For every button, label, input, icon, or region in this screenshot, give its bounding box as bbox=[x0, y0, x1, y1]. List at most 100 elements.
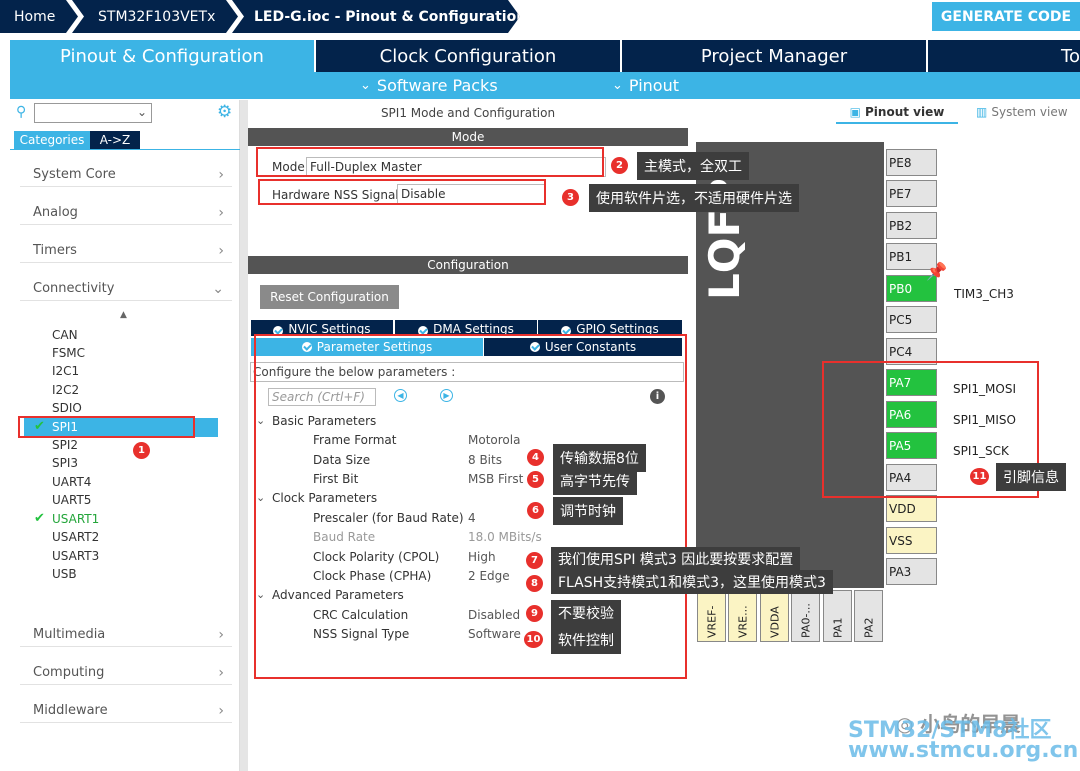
chevron-down-icon: ⌄ bbox=[136, 105, 147, 119]
breadcrumb-home[interactable]: Home bbox=[0, 0, 78, 33]
list-item-i2c2[interactable]: I2C2 bbox=[52, 383, 79, 399]
pin-vdd[interactable]: VDD bbox=[886, 495, 937, 522]
chevron-right-icon: › bbox=[218, 166, 224, 183]
chevron-right-icon: › bbox=[218, 626, 224, 643]
generate-code-button[interactable]: GENERATE CODE bbox=[932, 2, 1080, 31]
breadcrumb-device[interactable]: STM32F103VETx bbox=[72, 0, 238, 33]
list-item-sdio[interactable]: SDIO bbox=[52, 401, 82, 417]
list-item-can[interactable]: CAN bbox=[52, 328, 78, 344]
annotation-tip-2: 主模式，全双工 bbox=[637, 152, 749, 180]
tab-tools[interactable]: To bbox=[928, 40, 1080, 72]
pinout-view-tab[interactable]: ▣ Pinout view bbox=[836, 105, 958, 124]
annotation-badge-11: 11 bbox=[970, 468, 989, 485]
category-computing[interactable]: Computing › bbox=[20, 661, 232, 685]
tab-categories[interactable]: Categories bbox=[14, 131, 90, 149]
pin-pa0[interactable]: PA0-... bbox=[791, 590, 820, 642]
main-tab-bar: Pinout & Configuration Clock Configurati… bbox=[10, 40, 1080, 72]
chip-icon: ▣ bbox=[849, 105, 862, 119]
list-item-spi2[interactable]: SPI2 bbox=[52, 438, 78, 454]
chevron-down-icon: ⌄ bbox=[612, 78, 623, 93]
pin-bottom-label: VRE... bbox=[736, 605, 749, 638]
annotation-tip-7: 我们使用SPI 模式3 因此要按要求配置 bbox=[551, 547, 801, 571]
list-item-usart2[interactable]: USART2 bbox=[52, 530, 99, 546]
search-combo[interactable]: ⌄ bbox=[34, 103, 152, 123]
pinout-menu-label: Pinout bbox=[628, 76, 679, 95]
highlight-nss bbox=[258, 179, 546, 205]
list-item-spi3[interactable]: SPI3 bbox=[52, 456, 78, 472]
annotation-badge-1: 1 bbox=[133, 442, 150, 459]
pinout-menu[interactable]: ⌄ Pinout bbox=[612, 72, 679, 99]
configuration-header: Configuration bbox=[248, 256, 688, 274]
chevron-right-icon: › bbox=[218, 664, 224, 681]
annotation-tip-9: 不要校验 bbox=[551, 600, 621, 626]
category-timers[interactable]: Timers › bbox=[20, 239, 232, 263]
pin-pa3[interactable]: PA3 bbox=[886, 558, 937, 585]
list-item-i2c1[interactable]: I2C1 bbox=[52, 364, 79, 380]
list-item-usart1[interactable]: USART1 bbox=[52, 512, 99, 528]
highlight-spi1 bbox=[18, 416, 195, 438]
list-item-uart4[interactable]: UART4 bbox=[52, 475, 91, 491]
reset-configuration-button[interactable]: Reset Configuration bbox=[260, 285, 399, 309]
chevron-down-icon: ⌄ bbox=[360, 78, 371, 93]
gear-icon[interactable]: ⚙ bbox=[217, 102, 232, 122]
category-connectivity[interactable]: Connectivity ⌄ bbox=[20, 277, 232, 301]
annotation-badge-3: 3 bbox=[562, 189, 579, 206]
pin-pa1[interactable]: PA1 bbox=[823, 590, 852, 642]
list-item-fsmc[interactable]: FSMC bbox=[52, 346, 85, 362]
pin-pa2[interactable]: PA2 bbox=[854, 590, 883, 642]
list-item-usart3[interactable]: USART3 bbox=[52, 549, 99, 565]
annotation-badge-8: 8 bbox=[526, 575, 543, 592]
software-packs-menu[interactable]: ⌄ Software Packs bbox=[360, 72, 498, 99]
category-label: Timers bbox=[33, 243, 77, 258]
pin-vref-plus[interactable]: VRE... bbox=[728, 590, 757, 642]
annotation-tip-6: 调节时钟 bbox=[553, 497, 623, 525]
pin-bottom-label: VDDA bbox=[768, 606, 781, 638]
annotation-tip-11: 引脚信息 bbox=[996, 463, 1066, 491]
list-item-uart5[interactable]: UART5 bbox=[52, 493, 91, 509]
category-system-core[interactable]: System Core › bbox=[20, 163, 232, 187]
category-multimedia[interactable]: Multimedia › bbox=[20, 623, 232, 647]
pin-pc5[interactable]: PC5 bbox=[886, 306, 937, 333]
list-item-usb[interactable]: USB bbox=[52, 567, 77, 583]
pin-pushpin-icon: 📌 bbox=[926, 262, 948, 282]
pin-bottom-label: PA0-... bbox=[799, 603, 812, 638]
breadcrumb-file-label: LED-G.ioc - Pinout & Configuration bbox=[254, 8, 527, 25]
sort-icon[interactable]: ▲ bbox=[120, 310, 127, 320]
pin-label-pb0: TIM3_CH3 bbox=[954, 287, 1014, 301]
sub-tab-bar: ⌄ Software Packs ⌄ Pinout bbox=[10, 72, 1080, 99]
list-icon: ▥ bbox=[976, 105, 988, 119]
panel-title: SPI1 Mode and Configuration bbox=[380, 106, 556, 120]
highlight-mode bbox=[256, 147, 604, 177]
pin-vss[interactable]: VSS bbox=[886, 527, 937, 554]
pin-pe7[interactable]: PE7 bbox=[886, 180, 937, 207]
tab-clock-configuration[interactable]: Clock Configuration bbox=[316, 40, 622, 72]
pin-vdda[interactable]: VDDA bbox=[760, 590, 789, 642]
pin-pb2[interactable]: PB2 bbox=[886, 212, 937, 239]
software-packs-label: Software Packs bbox=[376, 76, 498, 95]
breadcrumb-device-label: STM32F103VETx bbox=[98, 8, 216, 25]
category-label: System Core bbox=[33, 167, 116, 182]
pin-bottom-label: PA2 bbox=[862, 617, 875, 638]
annotation-badge-7: 7 bbox=[526, 552, 543, 569]
chevron-right-icon: › bbox=[218, 702, 224, 719]
category-analog[interactable]: Analog › bbox=[20, 201, 232, 225]
breadcrumb-file[interactable]: LED-G.ioc - Pinout & Configuration bbox=[232, 0, 520, 33]
annotation-tip-3: 使用软件片选，不适用硬件片选 bbox=[589, 184, 799, 212]
system-view-tab[interactable]: ▥ System view bbox=[976, 105, 1068, 119]
tab-project-manager[interactable]: Project Manager bbox=[622, 40, 928, 72]
annotation-tip-5: 高字节先传 bbox=[553, 467, 637, 495]
tab-pinout-configuration[interactable]: Pinout & Configuration bbox=[10, 40, 316, 72]
pin-vref-minus[interactable]: VREF- bbox=[697, 590, 726, 642]
chevron-down-icon: ⌄ bbox=[212, 280, 224, 297]
annotation-badge-9: 9 bbox=[526, 605, 543, 622]
category-label: Connectivity bbox=[33, 281, 115, 296]
annotation-badge-10: 10 bbox=[524, 631, 543, 648]
breadcrumb-bar: Home STM32F103VETx LED-G.ioc - Pinout & … bbox=[0, 0, 1080, 33]
splitter-left[interactable] bbox=[240, 100, 248, 771]
tab-a-to-z[interactable]: A->Z bbox=[90, 131, 140, 149]
breadcrumb-home-label: Home bbox=[14, 8, 56, 25]
category-middleware[interactable]: Middleware › bbox=[20, 699, 232, 723]
category-label: Multimedia bbox=[33, 627, 106, 642]
annotation-tip-8: FLASH支持模式1和模式3，这里使用模式3 bbox=[551, 570, 833, 594]
pin-pe8[interactable]: PE8 bbox=[886, 149, 937, 176]
